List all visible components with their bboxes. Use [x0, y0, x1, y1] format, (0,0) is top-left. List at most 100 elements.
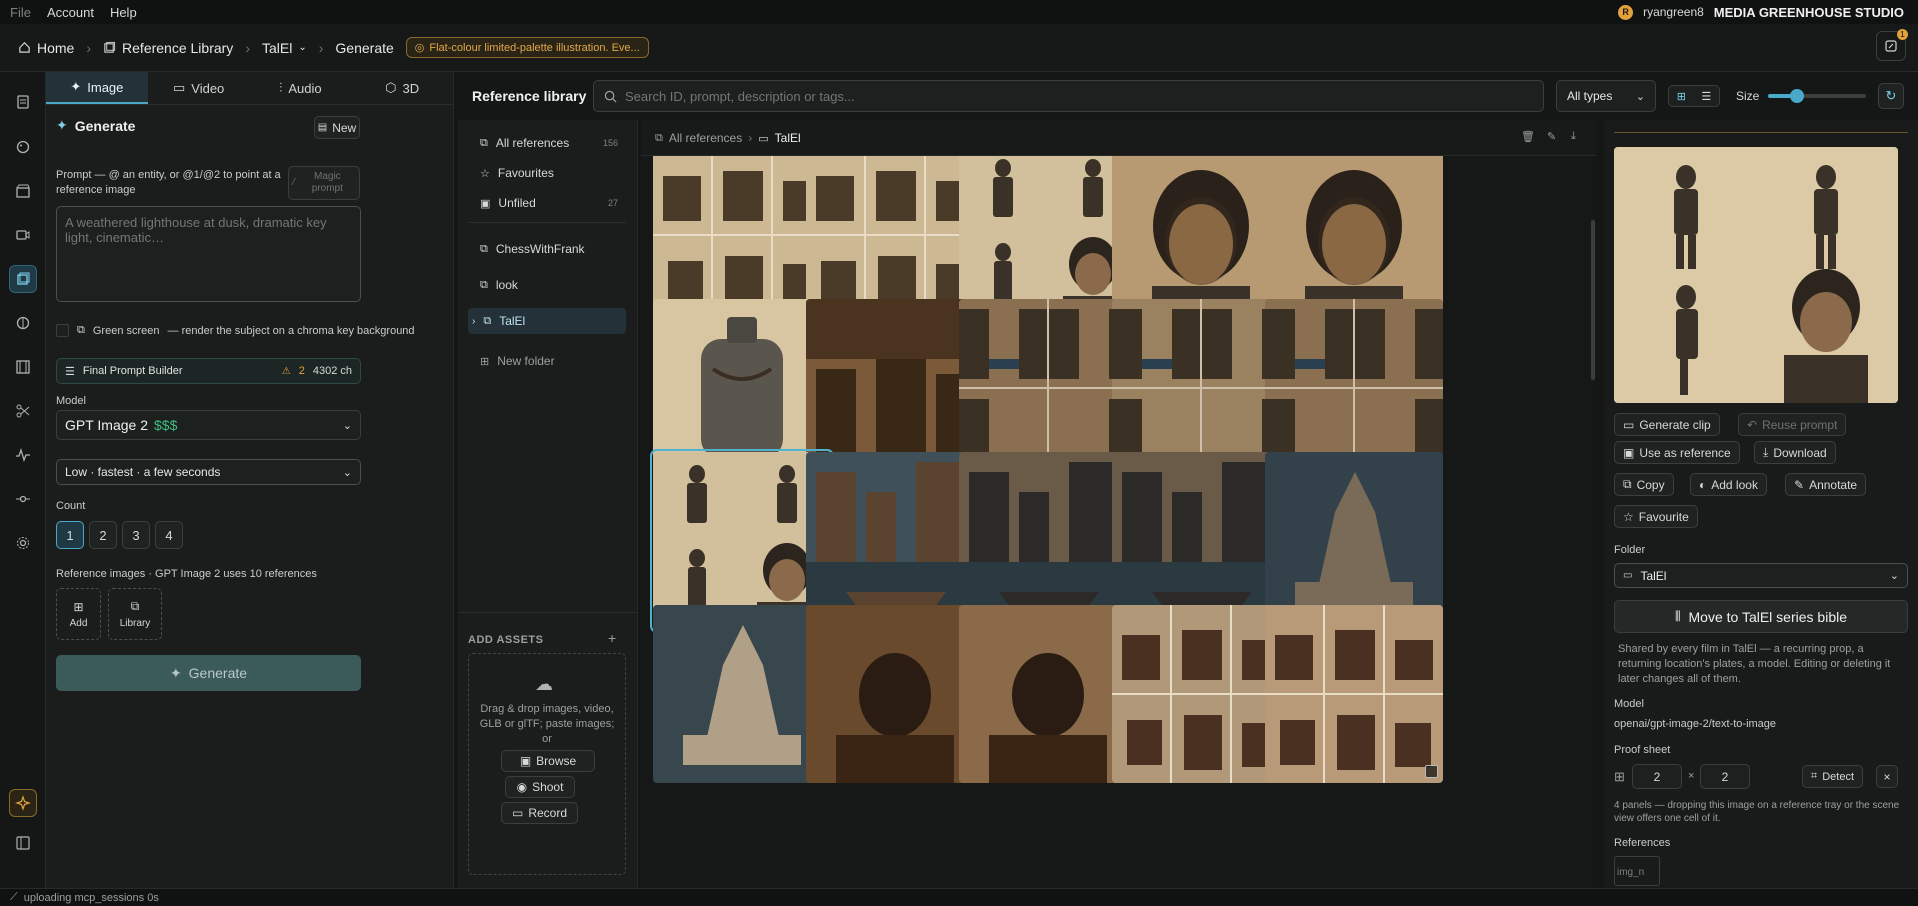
add-look-button[interactable]: ◐ Add look [1690, 473, 1767, 496]
image-tile[interactable] [1265, 146, 1443, 324]
close-proof-button[interactable]: × [1876, 765, 1898, 788]
shoot-button[interactable]: ◉ Shoot [505, 776, 575, 798]
image-tile[interactable] [1265, 299, 1443, 477]
active-prompt-pill[interactable]: ◎ Flat-colour limited-palette illustrati… [405, 37, 649, 58]
rail-library-icon[interactable] [9, 265, 37, 293]
image-tile[interactable] [806, 299, 984, 477]
image-tile[interactable] [1112, 605, 1290, 783]
move-to-series-bible-button[interactable]: ⫼ Move to TalEl series bible [1614, 600, 1908, 633]
new-button[interactable]: ▤ New [314, 116, 360, 139]
tab-3d[interactable]: ⬡ 3D [351, 72, 453, 104]
rail-node-icon[interactable] [9, 485, 37, 513]
drop-zone[interactable]: ☁ Drag & drop images, video, GLB or glTF… [468, 653, 626, 875]
search-input[interactable] [625, 88, 1533, 104]
folder-talel[interactable]: › ⧉ TalEl [468, 308, 626, 334]
image-tile[interactable] [1112, 452, 1290, 630]
download-button[interactable]: ⤓ Download [1754, 441, 1836, 464]
avatar[interactable]: R [1618, 4, 1634, 20]
image-tile[interactable] [806, 452, 984, 630]
tab-image[interactable]: ✦ Image [46, 72, 148, 104]
image-tile[interactable] [653, 299, 831, 477]
library-reference-button[interactable]: ⧉ Library [108, 588, 162, 640]
generate-clip-button[interactable]: ▭ Generate clip [1614, 413, 1720, 436]
image-tile[interactable] [959, 146, 1137, 324]
image-tile[interactable] [653, 146, 831, 324]
size-slider[interactable] [1768, 89, 1866, 103]
generate-button[interactable]: ✦ Generate [56, 655, 361, 691]
browse-button[interactable]: ▣ Browse [501, 750, 595, 772]
reference-thumbnail[interactable]: img_n [1614, 856, 1660, 886]
rail-video-icon[interactable] [9, 221, 37, 249]
menu-file[interactable]: File [10, 5, 31, 20]
reuse-prompt-button[interactable]: ↶ Reuse prompt [1738, 413, 1847, 436]
folder-favourites[interactable]: ☆ Favourites [468, 160, 626, 186]
menu-help[interactable]: Help [110, 5, 137, 20]
new-folder-button[interactable]: ⊞ New folder [468, 348, 626, 374]
image-tile[interactable] [959, 299, 1137, 477]
image-tile[interactable] [650, 449, 834, 633]
count-button-4[interactable]: 4 [155, 521, 183, 549]
folder-unfiled[interactable]: ▣ Unfiled 27 [468, 190, 626, 216]
folder-all-references[interactable]: ⧉ All references 156 [468, 130, 626, 156]
add-reference-button[interactable]: ⊞ Add [56, 588, 101, 640]
tab-video[interactable]: ▭ Video [148, 72, 250, 104]
proof-cols-input[interactable]: 2 [1632, 764, 1682, 789]
image-tile[interactable] [959, 605, 1137, 783]
rail-film-icon[interactable] [9, 353, 37, 381]
grid-scrollbar[interactable] [1591, 220, 1595, 380]
rail-scissors-icon[interactable] [9, 397, 37, 425]
image-tile[interactable] [1112, 299, 1290, 477]
breadcrumb-page[interactable]: Generate [335, 40, 393, 56]
folder-select[interactable]: ▭ TalEl ⌄ [1614, 563, 1908, 588]
refresh-button[interactable]: ↻ [1878, 83, 1904, 109]
list-view-icon[interactable]: ☰ [1701, 90, 1711, 103]
notifications-button[interactable]: 1 [1876, 29, 1908, 61]
rail-ai-icon[interactable] [9, 789, 37, 817]
model-select[interactable]: GPT Image 2 $$$ ⌄ [56, 410, 361, 440]
breadcrumb-home[interactable]: Home [18, 40, 74, 56]
magic-prompt-button[interactable]: ⁄ Magic prompt [288, 166, 360, 200]
image-tile[interactable] [806, 146, 984, 324]
use-as-reference-button[interactable]: ▣ Use as reference [1614, 441, 1740, 464]
image-tile[interactable] [1265, 452, 1443, 630]
grid-view-icon[interactable]: ⊞ [1677, 90, 1686, 103]
rail-scripts-icon[interactable] [9, 88, 37, 116]
preview-image[interactable] [1614, 147, 1898, 403]
username[interactable]: ryangreen8 [1643, 5, 1704, 19]
path-root[interactable]: All references [669, 131, 742, 145]
favourite-button[interactable]: ☆ Favourite [1614, 505, 1698, 528]
rail-circle-icon[interactable] [9, 309, 37, 337]
breadcrumb-project[interactable]: TalEl ⌄ [262, 40, 307, 56]
rail-waveform-icon[interactable] [9, 441, 37, 469]
rail-gear-icon[interactable] [9, 529, 37, 557]
record-button[interactable]: ▭ Record [501, 802, 578, 824]
image-tile[interactable] [1265, 605, 1443, 783]
tab-audio[interactable]: ⫶ Audio [250, 72, 352, 104]
type-filter-select[interactable]: All types ⌄ [1556, 80, 1656, 112]
image-tile[interactable] [959, 452, 1137, 630]
image-tile[interactable] [806, 605, 984, 783]
trash-icon[interactable]: 🗑 [1521, 130, 1535, 143]
copy-button[interactable]: ⧉ Copy [1614, 473, 1674, 496]
rail-collapse-icon[interactable] [9, 829, 37, 857]
plus-icon[interactable]: + [608, 630, 616, 646]
download-icon[interactable]: ⤓ [1571, 130, 1576, 143]
detect-button[interactable]: ⌗ Detect [1802, 765, 1863, 788]
rail-clapper-icon[interactable] [9, 177, 37, 205]
count-button-2[interactable]: 2 [89, 521, 117, 549]
count-button-3[interactable]: 3 [122, 521, 150, 549]
final-prompt-builder[interactable]: ☰ Final Prompt Builder ⚠ 2 4302 ch [56, 358, 361, 384]
prompt-textarea[interactable] [56, 206, 361, 302]
green-screen-checkbox[interactable] [56, 324, 69, 337]
breadcrumb-library[interactable]: Reference Library [103, 40, 233, 56]
folder-chesswithfrank[interactable]: ⧉ ChessWithFrank [468, 236, 626, 262]
rail-palette-icon[interactable] [9, 133, 37, 161]
image-tile[interactable] [1112, 146, 1290, 324]
quality-select[interactable]: Low · fastest · a few seconds ⌄ [56, 459, 361, 485]
menu-account[interactable]: Account [47, 5, 94, 20]
annotate-button[interactable]: ✎ Annotate [1785, 473, 1867, 496]
folder-look[interactable]: ⧉ look [468, 272, 626, 298]
pencil-icon[interactable]: ✎ [1547, 130, 1556, 143]
size-slider-thumb[interactable] [1790, 89, 1805, 103]
proof-rows-input[interactable]: 2 [1700, 764, 1750, 789]
